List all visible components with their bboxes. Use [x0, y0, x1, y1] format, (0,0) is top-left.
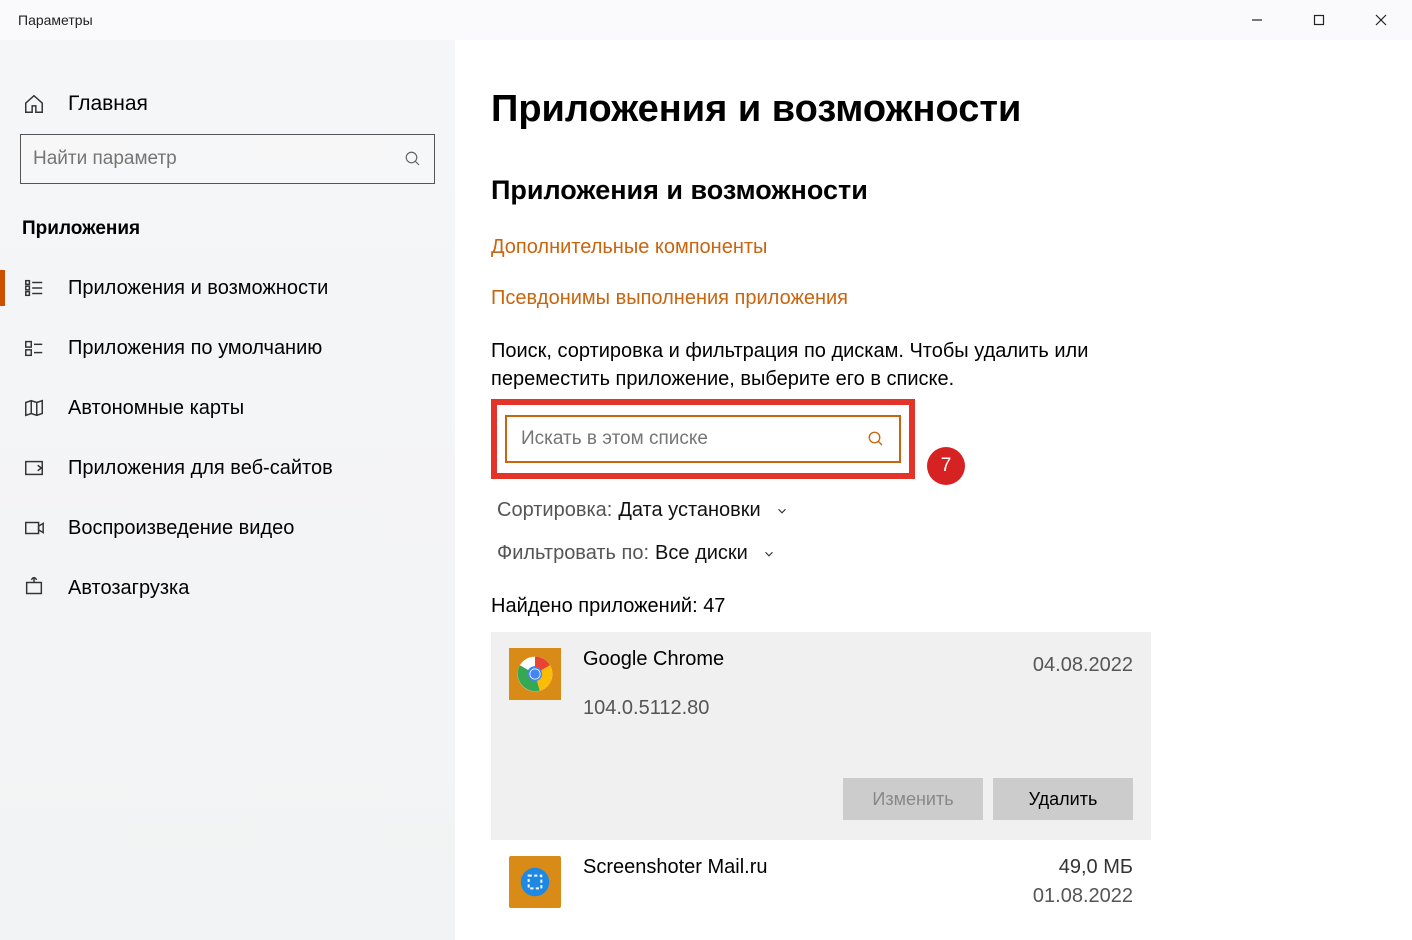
app-size: 49,0 МБ — [1003, 856, 1133, 879]
app-name: Google Chrome — [583, 648, 981, 671]
chrome-icon — [509, 648, 561, 700]
apps-for-websites-icon — [22, 456, 46, 480]
modify-button[interactable]: Изменить — [843, 778, 983, 820]
minimize-button[interactable] — [1226, 0, 1288, 40]
sidebar-item-label: Автономные карты — [68, 397, 244, 420]
app-search-input[interactable] — [521, 428, 867, 450]
chevron-down-icon — [762, 547, 776, 561]
apps-list: Google Chrome 104.0.5112.80 04.08.2022 И… — [491, 632, 1151, 924]
main-content: Приложения и возможности Приложения и во… — [455, 40, 1412, 940]
sidebar-item-label: Приложения по умолчанию — [68, 337, 322, 360]
default-apps-icon — [22, 336, 46, 360]
search-icon — [404, 150, 422, 168]
sidebar-section-header: Приложения — [0, 206, 455, 258]
sidebar-item-label: Воспроизведение видео — [68, 517, 294, 540]
filter-dropdown[interactable]: Фильтровать по: Все диски — [497, 542, 1412, 565]
found-count: Найдено приложений: 47 — [491, 595, 1412, 618]
app-row[interactable]: Screenshoter Mail.ru 49,0 МБ 01.08.2022 — [491, 840, 1151, 924]
window-controls — [1226, 0, 1412, 40]
sort-value: Дата установки — [618, 499, 760, 522]
startup-icon — [22, 576, 46, 600]
apps-features-icon — [22, 276, 46, 300]
sidebar-item-startup[interactable]: Автозагрузка — [0, 558, 455, 618]
app-row[interactable]: Google Chrome 104.0.5112.80 04.08.2022 И… — [491, 632, 1151, 840]
sidebar-item-label: Приложения и возможности — [68, 277, 328, 300]
sidebar-item-label: Автозагрузка — [68, 577, 189, 600]
app-aliases-link[interactable]: Псевдонимы выполнения приложения — [491, 287, 1412, 310]
window-title: Параметры — [18, 12, 93, 28]
page-title: Приложения и возможности — [491, 88, 1412, 131]
offline-maps-icon — [22, 396, 46, 420]
app-date: 04.08.2022 — [1003, 654, 1133, 677]
close-button[interactable] — [1350, 0, 1412, 40]
sidebar-search[interactable] — [20, 134, 435, 184]
sort-label: Сортировка: — [497, 499, 612, 522]
section-title: Приложения и возможности — [491, 175, 1412, 206]
app-search[interactable] — [505, 415, 901, 463]
chevron-down-icon — [775, 504, 789, 518]
sidebar: Главная Приложения Приложения и возможно… — [0, 40, 455, 940]
callout-badge: 7 — [927, 447, 965, 485]
screenshoter-icon — [509, 856, 561, 908]
sidebar-item-label: Приложения для веб-сайтов — [68, 457, 333, 480]
sidebar-home[interactable]: Главная — [0, 80, 455, 134]
search-icon — [867, 430, 885, 448]
sidebar-item-apps-for-websites[interactable]: Приложения для веб-сайтов — [0, 438, 455, 498]
callout-highlight: 7 — [491, 399, 915, 479]
sidebar-item-apps-features[interactable]: Приложения и возможности — [0, 258, 455, 318]
filter-value: Все диски — [655, 542, 748, 565]
app-date: 01.08.2022 — [1003, 885, 1133, 908]
app-name: Screenshoter Mail.ru — [583, 856, 981, 879]
video-playback-icon — [22, 516, 46, 540]
sidebar-search-input[interactable] — [33, 148, 404, 170]
app-version: 104.0.5112.80 — [583, 697, 981, 720]
sidebar-home-label: Главная — [68, 92, 148, 116]
apps-description: Поиск, сортировка и фильтрация по дискам… — [491, 338, 1131, 393]
sidebar-item-video-playback[interactable]: Воспроизведение видео — [0, 498, 455, 558]
uninstall-button[interactable]: Удалить — [993, 778, 1133, 820]
sidebar-item-offline-maps[interactable]: Автономные карты — [0, 378, 455, 438]
sidebar-item-default-apps[interactable]: Приложения по умолчанию — [0, 318, 455, 378]
optional-features-link[interactable]: Дополнительные компоненты — [491, 236, 1412, 259]
maximize-button[interactable] — [1288, 0, 1350, 40]
home-icon — [22, 92, 46, 116]
sort-dropdown[interactable]: Сортировка: Дата установки — [497, 499, 1412, 522]
titlebar[interactable]: Параметры — [0, 0, 1412, 40]
filter-label: Фильтровать по: — [497, 542, 649, 565]
